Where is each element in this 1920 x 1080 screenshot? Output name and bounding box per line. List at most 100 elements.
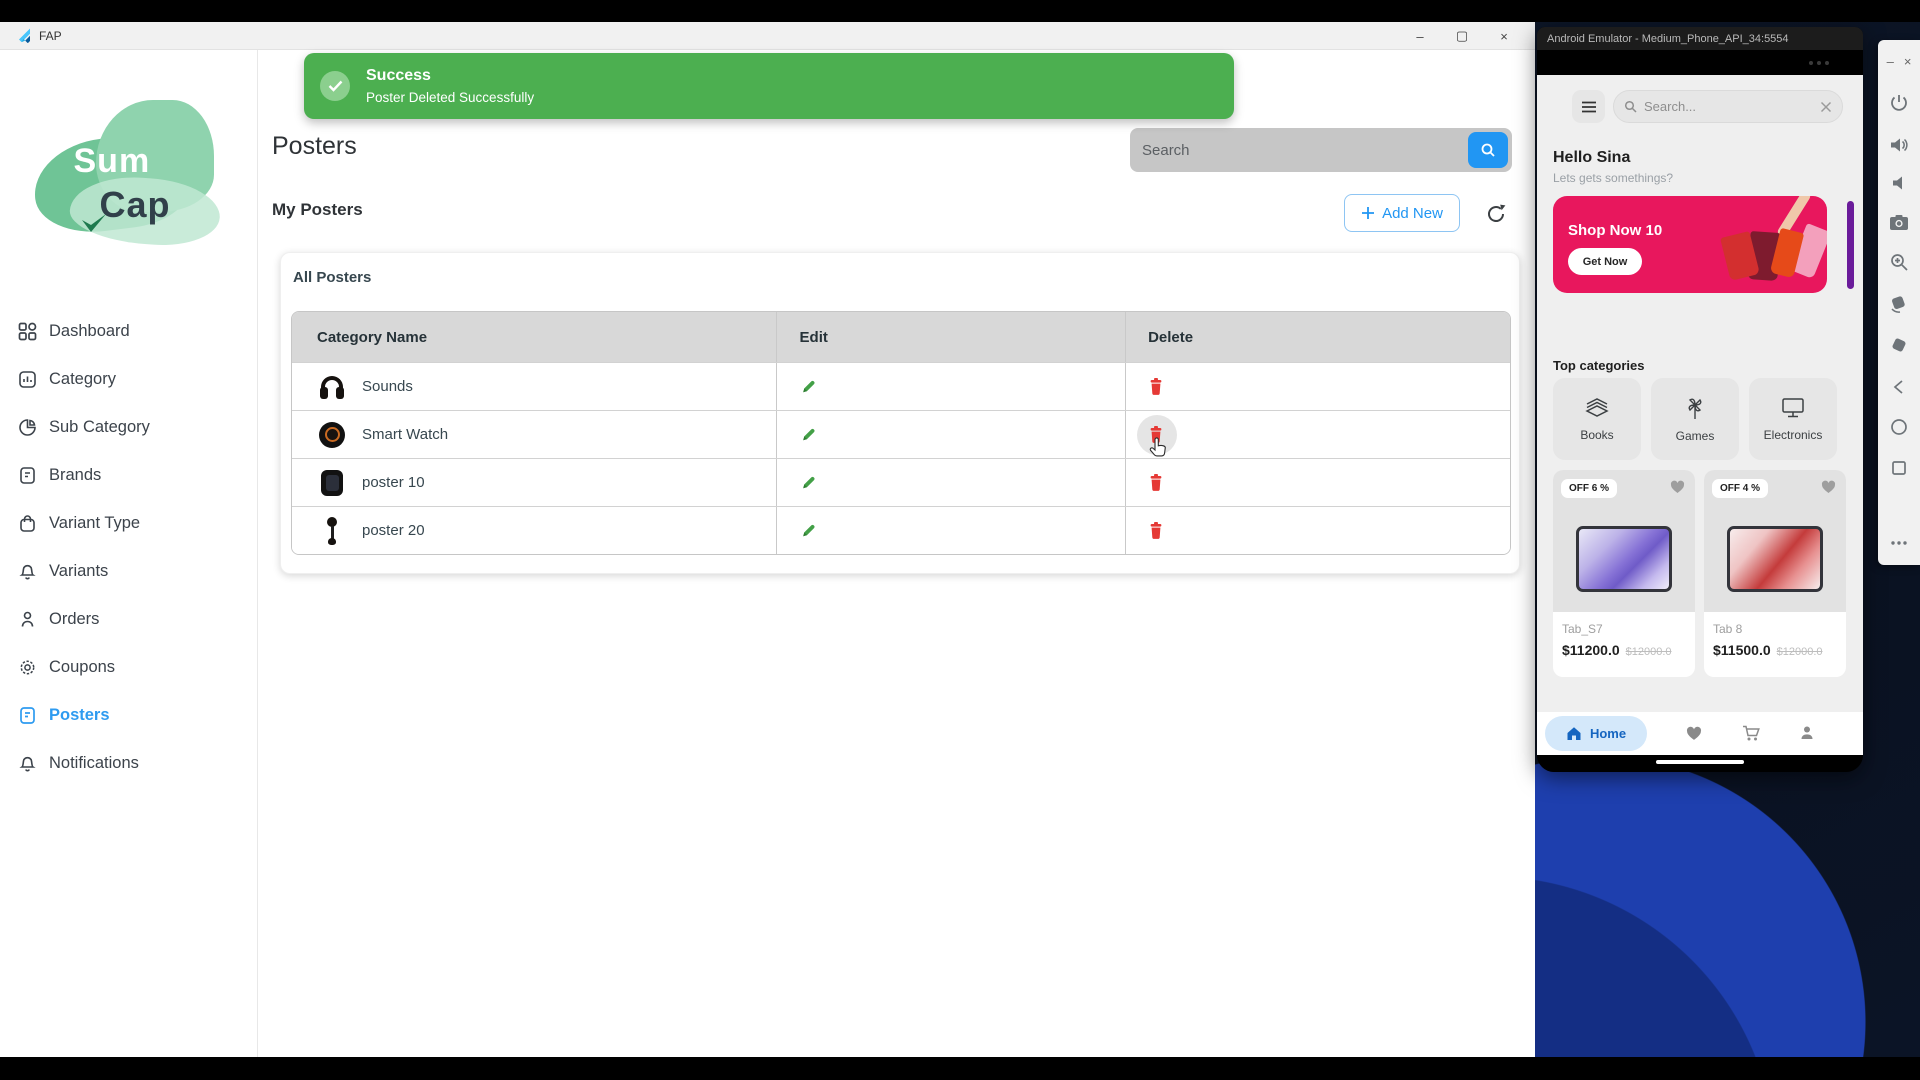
nav-favorites-button[interactable] [1685, 725, 1703, 744]
edit-button[interactable] [800, 378, 817, 395]
sidebar-item-label: Notifications [49, 754, 139, 773]
favorite-heart-icon[interactable] [1669, 479, 1686, 499]
all-posters-card: All Posters Category Name Edit Delete So… [280, 252, 1520, 574]
product-card-tab-8[interactable]: OFF 4 % Tab 8 $11500.0 $12000.0 [1704, 470, 1846, 677]
product-card-tab-s7[interactable]: OFF 6 % Tab_S7 $11200.0 $12000.0 [1553, 470, 1695, 677]
minimize-button[interactable]: – [1399, 22, 1441, 50]
delete-button[interactable] [1148, 521, 1164, 540]
sidebar-item-label: Brands [49, 466, 101, 485]
menu-hamburger-button[interactable] [1572, 90, 1605, 123]
favorite-heart-icon[interactable] [1820, 479, 1837, 499]
rotate-right-button[interactable] [1888, 334, 1910, 356]
section-title: My Posters [272, 200, 363, 220]
sidebar-nav: Dashboard Category Sub Category [0, 307, 257, 787]
edit-button[interactable] [800, 474, 817, 491]
promo-banner[interactable]: Shop Now 10 Get Now [1553, 196, 1827, 293]
volume-up-button[interactable] [1888, 134, 1910, 156]
rotate-left-button[interactable] [1888, 292, 1910, 314]
delete-button[interactable] [1148, 377, 1164, 396]
nav-profile-button[interactable] [1799, 725, 1815, 744]
product-name: Tab 8 [1713, 622, 1742, 636]
edit-button[interactable] [800, 426, 817, 443]
nav-cart-button[interactable] [1742, 725, 1761, 745]
sidebar-item-brands[interactable]: Brands [0, 451, 257, 499]
discount-badge: OFF 6 % [1561, 479, 1617, 498]
sidebar: Sum Cap Dashboard Category [0, 50, 258, 1057]
home-circle-button[interactable] [1888, 416, 1910, 438]
greeting-subtext: Lets gets somethings? [1553, 171, 1673, 185]
back-button[interactable] [1888, 376, 1910, 398]
search-button[interactable] [1468, 132, 1508, 168]
get-now-button[interactable]: Get Now [1568, 248, 1642, 275]
category-label: Books [1580, 428, 1613, 442]
product-image-area: OFF 6 % [1553, 470, 1695, 612]
emulator-titlebar[interactable]: Android Emulator - Medium_Phone_API_34:5… [1537, 27, 1863, 50]
sidebar-item-posters[interactable]: Posters [0, 691, 257, 739]
search-input[interactable] [1130, 128, 1468, 172]
dashboard-grid-icon [16, 320, 38, 342]
screenshot-camera-button[interactable] [1888, 211, 1910, 233]
sidebar-item-label: Orders [49, 610, 99, 629]
sidebar-item-dashboard[interactable]: Dashboard [0, 307, 257, 355]
mouse-cursor-hand [1148, 437, 1168, 464]
sidebar-item-category[interactable]: Category [0, 355, 257, 403]
emulator-close-button[interactable]: × [1904, 54, 1912, 69]
refresh-button[interactable] [1482, 200, 1510, 228]
header-delete: Delete [1125, 312, 1510, 362]
phone-search-input[interactable] [1644, 99, 1820, 114]
camera-dot [1825, 61, 1829, 65]
header-category-name: Category Name [292, 312, 776, 362]
toast-message: Poster Deleted Successfully [366, 90, 534, 105]
gesture-bar [1537, 755, 1863, 772]
volume-down-button[interactable] [1888, 172, 1910, 194]
add-new-button[interactable]: Add New [1344, 194, 1460, 232]
discount-badge: OFF 4 % [1712, 479, 1768, 498]
clear-search-icon[interactable] [1820, 101, 1832, 113]
poster-name: poster 10 [362, 474, 425, 491]
nav-home-button[interactable]: Home [1545, 716, 1647, 751]
maximize-button[interactable]: ▢ [1441, 22, 1483, 50]
phone-search-bar [1613, 90, 1843, 123]
hamburger-icon [1581, 101, 1597, 113]
poster-name: Sounds [362, 378, 413, 395]
poster-name: Smart Watch [362, 426, 448, 443]
next-banner-edge [1847, 201, 1854, 289]
category-chart-icon [16, 368, 38, 390]
more-options-button[interactable] [1888, 532, 1910, 554]
sidebar-item-sub-category[interactable]: Sub Category [0, 403, 257, 451]
power-button[interactable] [1888, 92, 1910, 114]
search-icon [1480, 142, 1496, 158]
refresh-icon [1484, 202, 1508, 226]
category-label: Electronics [1764, 428, 1823, 442]
delete-button[interactable] [1148, 473, 1164, 492]
sidebar-item-notifications[interactable]: Notifications [0, 739, 257, 787]
poster-name: poster 20 [362, 522, 425, 539]
overview-square-button[interactable] [1888, 457, 1910, 479]
plus-icon [1361, 206, 1375, 220]
emulator-minimize-button[interactable]: – [1887, 54, 1894, 69]
category-card-books[interactable]: Books [1553, 378, 1641, 460]
phone-bottom-nav: Home [1537, 712, 1863, 755]
sidebar-item-variants[interactable]: Variants [0, 547, 257, 595]
category-card-electronics[interactable]: Electronics [1749, 378, 1837, 460]
edit-button[interactable] [800, 522, 817, 539]
card-title: All Posters [293, 269, 371, 286]
sidebar-item-variant-type[interactable]: Variant Type [0, 499, 257, 547]
trash-icon [1148, 473, 1164, 492]
search-bar [1130, 128, 1512, 172]
category-card-games[interactable]: Games [1651, 378, 1739, 460]
coupon-icon [16, 656, 38, 678]
emulator-toolbar: – × [1878, 40, 1920, 565]
sidebar-item-coupons[interactable]: Coupons [0, 643, 257, 691]
fap-app-window: FAP – ▢ × Sum Cap [0, 22, 1535, 1057]
navigation-handle[interactable] [1656, 760, 1744, 764]
close-button[interactable]: × [1483, 22, 1525, 50]
sidebar-item-label: Posters [49, 706, 110, 725]
window-controls: – ▢ × [1399, 22, 1525, 50]
shopping-bag-icon [16, 512, 38, 534]
sidebar-item-label: Category [49, 370, 116, 389]
trash-icon [1148, 521, 1164, 540]
logo-text-sum: Sum [74, 142, 151, 181]
sidebar-item-orders[interactable]: Orders [0, 595, 257, 643]
zoom-button[interactable] [1888, 251, 1910, 273]
